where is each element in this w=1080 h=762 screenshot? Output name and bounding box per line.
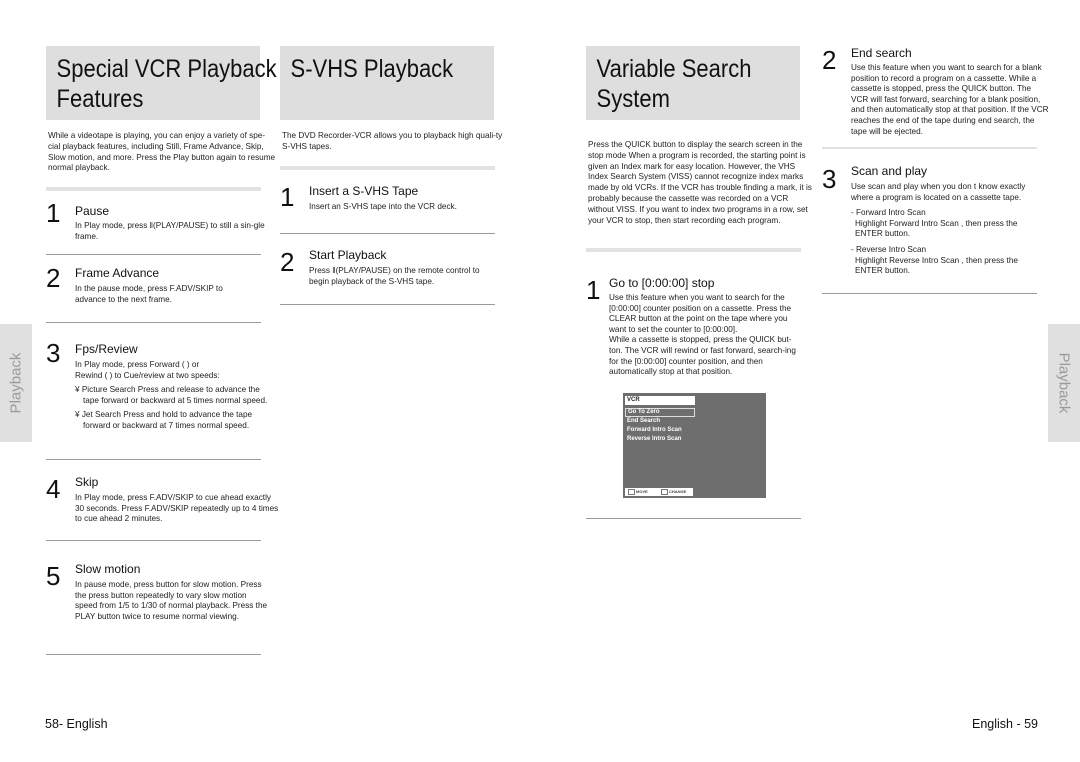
step-number: 2 (46, 263, 61, 293)
osd-item-forward-intro-scan[interactable]: Forward Intro Scan (625, 426, 695, 435)
step-body-fps-review: In Play mode, press Forward ( ) or Rewin… (75, 360, 275, 432)
step-body-skip: In Play mode, press F.ADV/SKIP to cue ah… (75, 493, 279, 524)
move-key-icon (628, 488, 635, 495)
divider (280, 304, 495, 305)
step-number: 1 (280, 182, 295, 212)
divider (46, 540, 261, 541)
step-body-frame-advance: In the pause mode, press F.ADV/SKIP to a… (75, 284, 223, 304)
fps-bullet-picture-search: ¥ Picture Search Press and release to ad… (75, 385, 268, 405)
step-body-end-search: Use this feature when you want to search… (851, 63, 1049, 136)
step-title-skip: Skip (75, 475, 99, 489)
step-title-end-search: End search (851, 46, 912, 60)
osd-item-end-search[interactable]: End Search (625, 417, 695, 426)
special-vcr-title-line2: Features (56, 85, 144, 113)
forward-intro-scan-head: - Forward Intro Scan (851, 208, 926, 218)
vcr-osd-menu: VCR Go To Zero End Search Forward Intro … (623, 393, 766, 498)
divider (586, 518, 801, 519)
osd-footer-change-label: CHANGE (669, 489, 687, 494)
step-title-go-to-zero: Go to [0:00:00] stop (609, 276, 715, 290)
fps-line2: Rewind ( ) to Cue/review at two speeds: (75, 370, 220, 380)
divider-thick (586, 248, 801, 252)
step-number: 2 (280, 247, 295, 277)
divider (46, 459, 261, 460)
divider-thick (822, 147, 1037, 149)
divider (280, 233, 495, 234)
osd-footer-move-label: MOVE (636, 489, 648, 494)
fps-bullet-jet-search: ¥ Jet Search Press and hold to advance t… (75, 410, 253, 430)
reverse-intro-scan-text: Highlight Reverse Intro Scan , then pres… (855, 255, 1018, 276)
step-body-start-playback: Press ‖(PLAY/PAUSE) on the remote contro… (309, 266, 480, 286)
variable-search-title-box: Variable Search System (586, 46, 800, 120)
step-body-go-to-zero: Use this feature when you want to search… (609, 293, 804, 378)
step-number: 5 (46, 561, 61, 591)
side-tab-label: Playback (7, 352, 25, 414)
svhs-intro: The DVD Recorder-VCR allows you to playb… (282, 131, 503, 151)
osd-item-go-to-zero[interactable]: Go To Zero (625, 408, 695, 417)
go-to-zero-para2: While a cassette is stopped, press the Q… (609, 335, 796, 377)
variable-search-title-line1: Variable Search (596, 55, 752, 83)
step-body-slow-motion: In pause mode, press button for slow mot… (75, 580, 268, 621)
divider (46, 254, 261, 255)
step-title-insert-svhs-tape: Insert a S-VHS Tape (309, 184, 419, 198)
special-vcr-title: Special VCR Playback Features (46, 46, 277, 114)
step-title-frame-advance: Frame Advance (75, 266, 160, 280)
page-number-right: English - 59 (972, 717, 1039, 731)
osd-footer-change: CHANGE (661, 488, 686, 496)
step-body-pause: In Play mode, press ‖(PLAY/PAUSE) to sti… (75, 221, 265, 241)
step-title-pause: Pause (75, 204, 110, 218)
osd-footer: MOVE CHANGE (625, 488, 693, 496)
osd-item-reverse-intro-scan[interactable]: Reverse Intro Scan (625, 435, 695, 444)
divider (822, 293, 1037, 294)
divider (46, 322, 261, 323)
step-title-fps-review: Fps/Review (75, 342, 138, 356)
variable-search-title: Variable Search System (586, 46, 774, 114)
step-title-start-playback: Start Playback (309, 248, 387, 262)
special-vcr-intro: While a videotape is playing, you can en… (48, 131, 276, 173)
step-title-slow-motion: Slow motion (75, 562, 141, 576)
variable-search-title-line2: System (596, 85, 670, 113)
step-number: 2 (822, 45, 837, 75)
special-vcr-title-box: Special VCR Playback Features (46, 46, 277, 120)
step-number: 1 (586, 275, 601, 305)
divider (46, 654, 261, 655)
variable-search-intro: Press the QUICK button to display the se… (588, 140, 812, 225)
step-number: 4 (46, 474, 61, 504)
step-body-insert-svhs-tape: Insert an S-VHS tape into the VCR deck. (309, 202, 457, 211)
fps-line1: In Play mode, press Forward ( ) or (75, 360, 200, 369)
step-number: 3 (46, 338, 61, 368)
forward-intro-scan-text: Highlight Forward Intro Scan , then pres… (855, 218, 1018, 239)
change-key-icon (661, 488, 668, 495)
svhs-title-box: S-VHS Playback (280, 46, 494, 120)
step-number: 1 (46, 198, 61, 228)
go-to-zero-para1: Use this feature when you want to search… (609, 293, 792, 334)
page-number-left: 58- English (45, 717, 108, 731)
svhs-title: S-VHS Playback (290, 55, 454, 83)
step-number: 3 (822, 164, 837, 194)
divider-thick (280, 166, 495, 170)
reverse-intro-scan-head: - Reverse Intro Scan (851, 244, 927, 254)
side-tab-playback-left: Playback (0, 324, 32, 442)
step-body-scan-and-play: Use scan and play when you don t know ex… (851, 182, 1046, 277)
special-vcr-title-line1: Special VCR Playback (56, 55, 277, 83)
osd-footer-move: MOVE (628, 488, 648, 496)
step-title-scan-and-play: Scan and play (851, 164, 928, 178)
osd-header: VCR (625, 396, 695, 405)
side-tab-playback-right: Playback (1048, 324, 1080, 442)
side-tab-label: Playback (1055, 352, 1073, 414)
scan-and-play-intro: Use scan and play when you don t know ex… (851, 182, 1026, 202)
divider-thick (46, 187, 261, 191)
